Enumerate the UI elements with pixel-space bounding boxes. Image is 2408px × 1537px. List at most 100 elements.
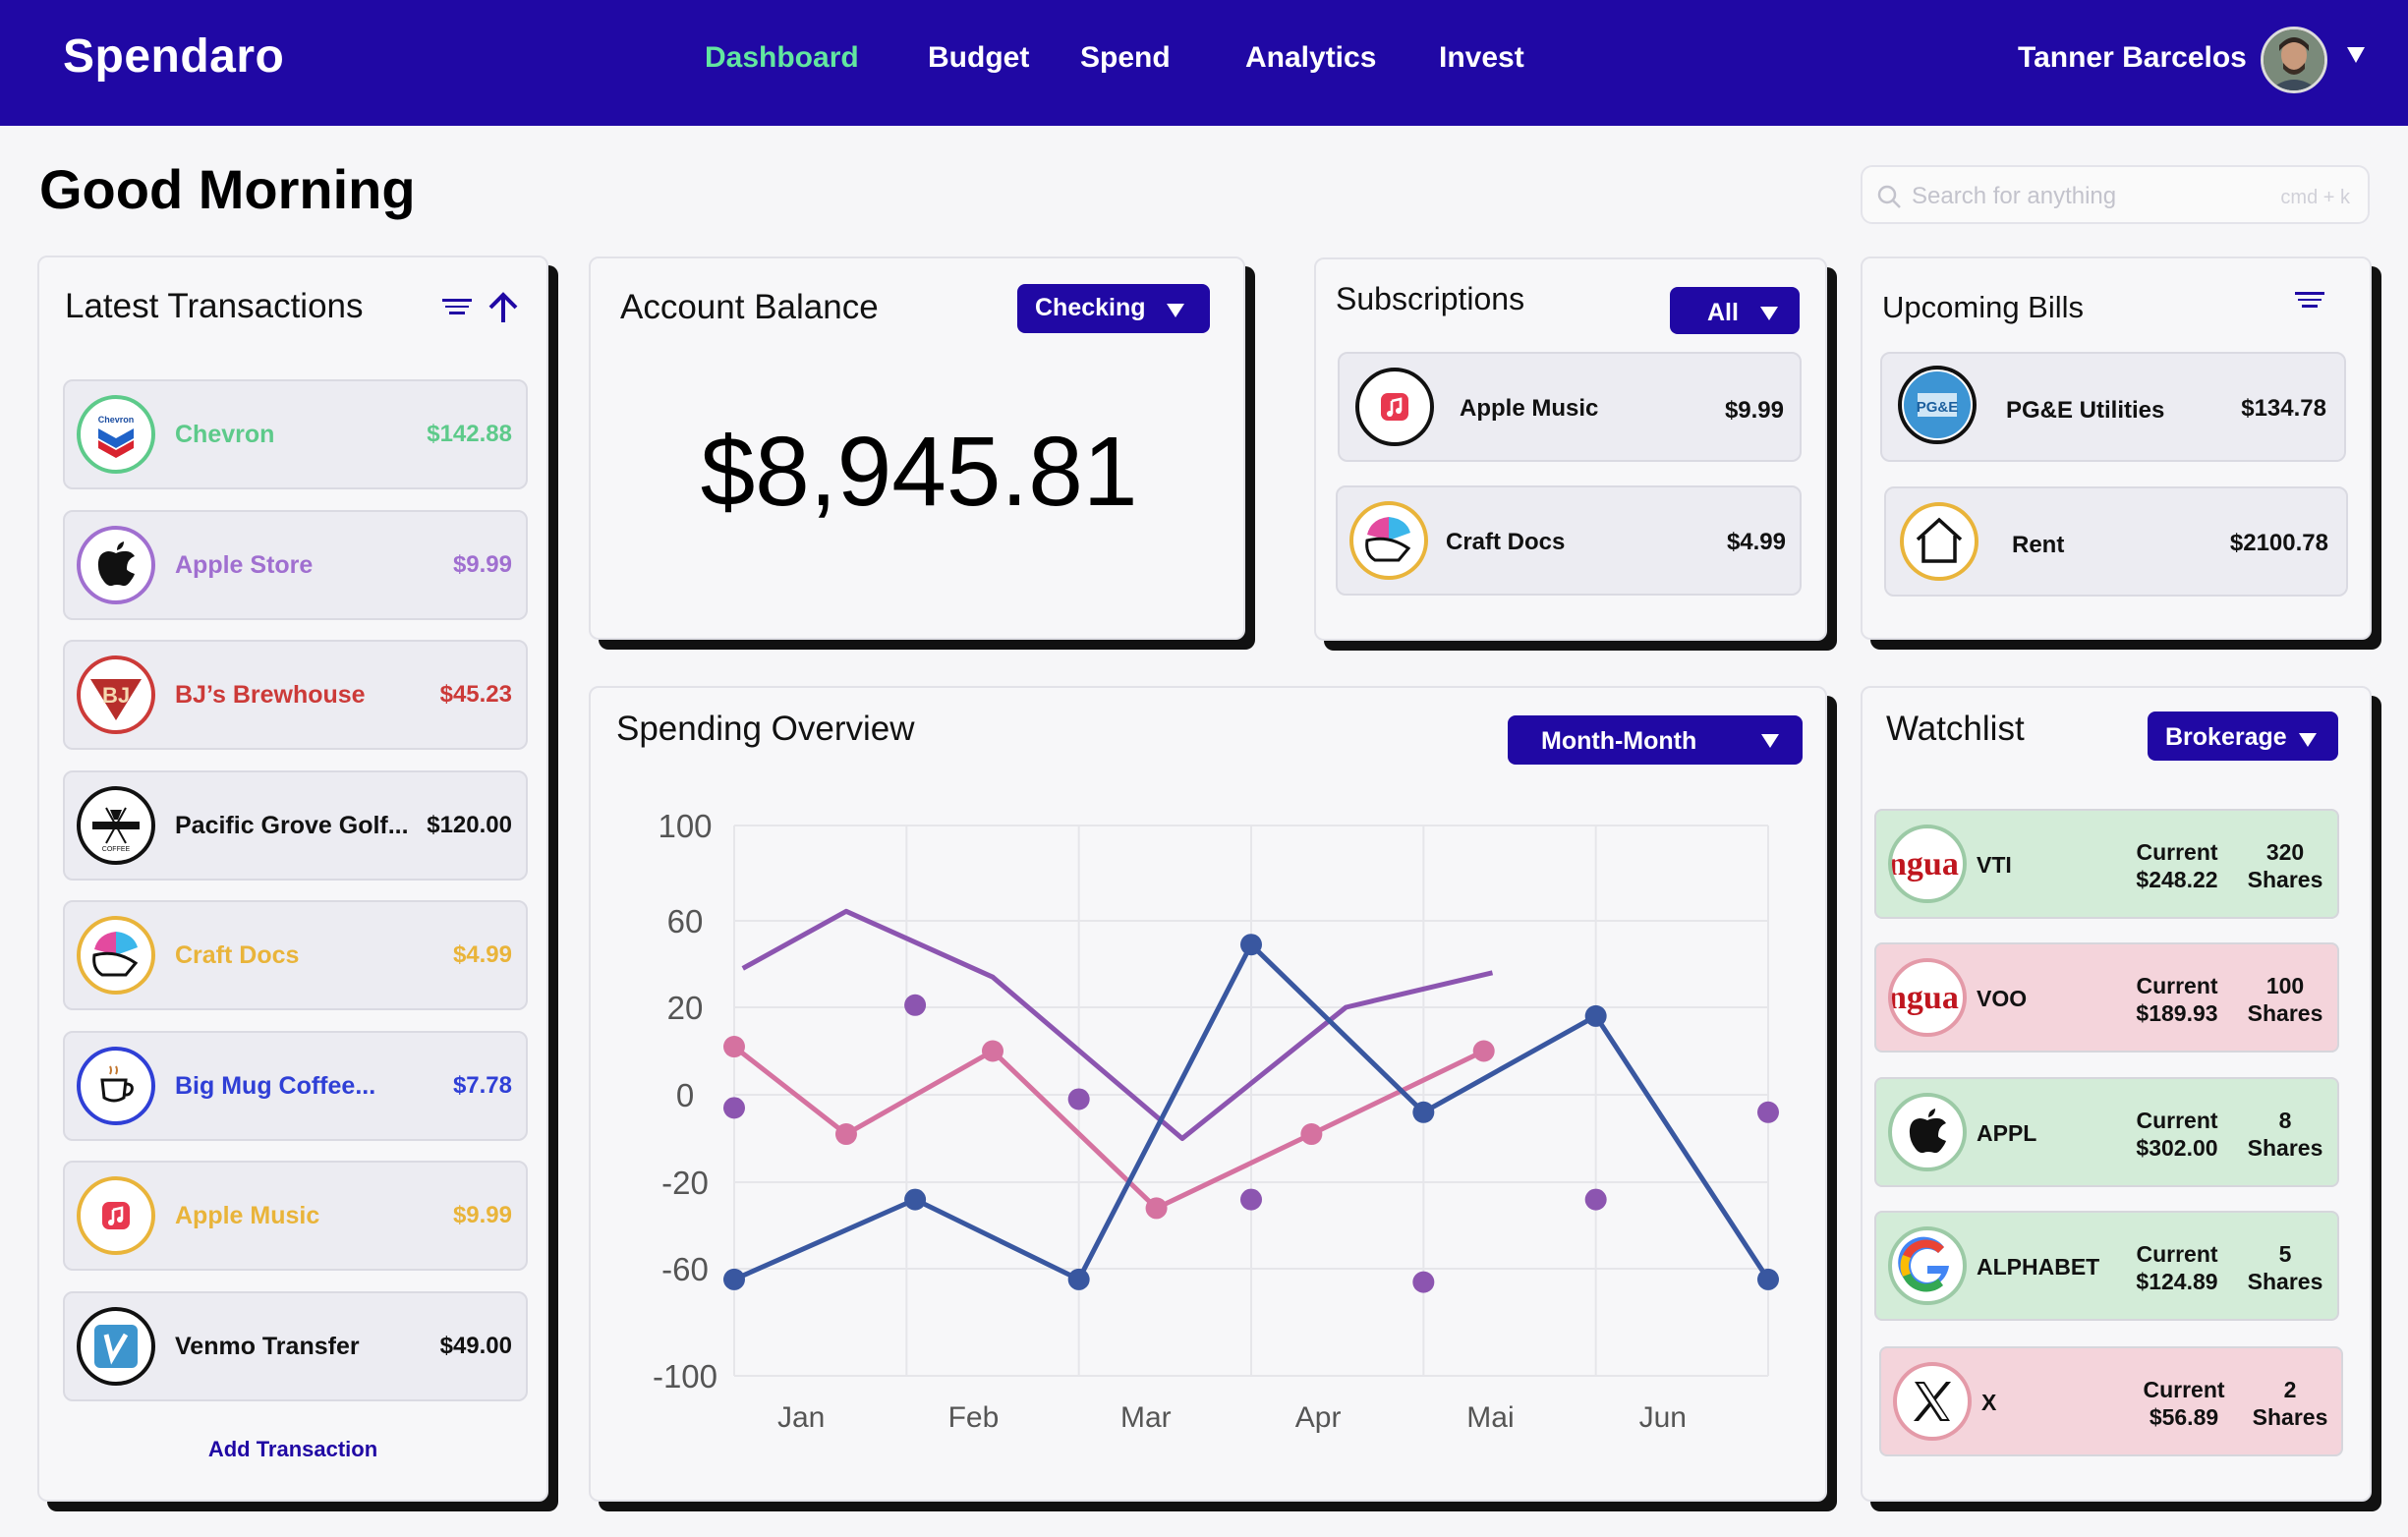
data-point [904, 994, 927, 1016]
x-tick-label: Mar [1120, 1401, 1172, 1434]
transaction-row[interactable]: Venmo Transfer $49.00 [63, 1291, 528, 1401]
subscription-item[interactable]: Craft Docs $4.99 [1336, 485, 1802, 596]
x-tick-label: Jun [1639, 1401, 1687, 1434]
shares-label: Shares [2252, 1404, 2328, 1430]
current-label: Current [2136, 973, 2218, 998]
transaction-amount: $45.23 [439, 681, 512, 708]
bill-item[interactable]: PG&E PG&E Utilities $134.78 [1880, 352, 2346, 462]
user-menu-chevron-down-icon[interactable] [2347, 47, 2365, 63]
subscriptions-card: Subscriptions All Apple Music $9.99 Craf… [1314, 257, 1827, 641]
transaction-row[interactable]: BJ BJ’s Brewhouse $45.23 [63, 640, 528, 750]
transaction-amount: $7.78 [452, 1072, 512, 1099]
search-icon [1877, 185, 1901, 208]
y-tick-label: 0 [676, 1077, 694, 1113]
share-count: 320 [2265, 839, 2305, 865]
ticker-symbol: VTI [1977, 852, 2012, 878]
craft-docs-icon [1349, 501, 1428, 580]
golf-icon: COFFEE [77, 786, 155, 865]
svg-text:Chevron: Chevron [98, 415, 135, 425]
subscriptions-title: Subscriptions [1336, 281, 1525, 316]
data-point [904, 1188, 927, 1211]
data-point [1584, 1188, 1607, 1211]
current-label: Current [2143, 1377, 2225, 1402]
transaction-name: BJ’s Brewhouse [175, 681, 366, 709]
upcoming-bills-card: Upcoming Bills PG&E PG&E Utilities $134.… [1861, 256, 2372, 640]
account-dropdown[interactable]: Checking [1017, 284, 1210, 333]
data-point [1472, 1040, 1495, 1062]
watchlist-row[interactable]: X Current $56.89 2 Shares [1879, 1346, 2343, 1456]
transaction-row[interactable]: Big Mug Coffee... $7.78 [63, 1031, 528, 1141]
subscription-item[interactable]: Apple Music $9.99 [1338, 352, 1802, 462]
coffee-icon [77, 1047, 155, 1125]
google-icon [1888, 1226, 1967, 1305]
transaction-row[interactable]: Apple Store $9.99 [63, 510, 528, 620]
account-balance-card: Account Balance Checking $8,945.81 [589, 256, 1245, 640]
chevron-icon: Chevron [77, 395, 155, 474]
balance-amount: $8,945.81 [700, 417, 1138, 527]
apple-music-icon [77, 1176, 155, 1255]
nav-budget[interactable]: Budget [928, 41, 1029, 75]
brokerage-dropdown-label: Brokerage [2165, 723, 2287, 751]
search-shortcut: cmd + k [2280, 187, 2350, 208]
share-count: 100 [2265, 973, 2305, 998]
subscription-name: Craft Docs [1446, 529, 1566, 555]
balance-title: Account Balance [620, 288, 879, 326]
data-point [1412, 1101, 1435, 1123]
subscriptions-filter-dropdown[interactable]: All [1670, 287, 1800, 334]
filter-icon[interactable] [442, 295, 472, 318]
transaction-row[interactable]: Craft Docs $4.99 [63, 900, 528, 1010]
vanguard-icon: ngua [1888, 825, 1967, 903]
current-price: $56.89 [2149, 1404, 2219, 1430]
current-price-block: Current $56.89 [2127, 1376, 2241, 1431]
search-input[interactable]: Search for anything cmd + k [1861, 165, 2370, 224]
avatar[interactable] [2261, 27, 2327, 93]
filter-icon[interactable] [2295, 288, 2324, 312]
data-point [1412, 1271, 1435, 1293]
chevron-down-icon [1167, 304, 1184, 317]
transaction-amount: $4.99 [452, 941, 512, 968]
transaction-row[interactable]: COFFEE Pacific Grove Golf... $120.00 [63, 770, 528, 881]
ticker-symbol: X [1981, 1390, 1997, 1415]
watchlist-row[interactable]: ngua VOO Current $189.93 100 Shares [1874, 942, 2339, 1053]
watchlist-row[interactable]: APPL Current $302.00 8 Shares [1874, 1077, 2339, 1187]
shares-block: 8 Shares [2240, 1107, 2330, 1162]
transaction-amount: $120.00 [427, 812, 512, 838]
nav-spend[interactable]: Spend [1080, 41, 1171, 75]
shares-label: Shares [2247, 1269, 2323, 1294]
apple-music-icon [1355, 368, 1434, 446]
shares-block: 320 Shares [2240, 838, 2330, 893]
transaction-row[interactable]: Apple Music $9.99 [63, 1161, 528, 1271]
shares-block: 100 Shares [2240, 972, 2330, 1027]
watchlist-row[interactable]: ngua VTI Current $248.22 320 Shares [1874, 809, 2339, 919]
nav-dashboard[interactable]: Dashboard [705, 41, 859, 75]
share-count: 2 [2283, 1377, 2297, 1402]
bills-title: Upcoming Bills [1882, 290, 2085, 324]
nav-analytics[interactable]: Analytics [1245, 41, 1376, 75]
svg-text:COFFEE: COFFEE [102, 846, 131, 853]
spending-overview-card: Spending Overview Month-Month 100 60 20 0 -2… [589, 686, 1827, 1502]
transaction-row[interactable]: Chevron Chevron $142.88 [63, 379, 528, 489]
apple-icon [1888, 1093, 1967, 1171]
add-transaction-link[interactable]: Add Transaction [37, 1437, 548, 1462]
bill-name: Rent [2012, 532, 2065, 558]
x-tick-label: Mai [1466, 1401, 1514, 1434]
vanguard-icon: ngua [1888, 958, 1967, 1037]
brokerage-dropdown[interactable]: Brokerage [2148, 712, 2338, 761]
y-tick-label: 20 [667, 990, 704, 1026]
bill-item[interactable]: Rent $2100.78 [1884, 486, 2348, 597]
nav-invest[interactable]: Invest [1439, 41, 1524, 75]
data-point [723, 1036, 745, 1058]
shares-label: Shares [2247, 1000, 2323, 1026]
sort-arrow-up-icon[interactable] [486, 291, 521, 326]
ticker-symbol: ALPHABET [1977, 1254, 2100, 1280]
user-name[interactable]: Tanner Barcelos [2018, 41, 2247, 75]
brand-logo[interactable]: Spendaro [63, 29, 284, 84]
shares-label: Shares [2247, 1135, 2323, 1161]
subscriptions-filter-label: All [1707, 299, 1739, 326]
shares-label: Shares [2247, 867, 2323, 892]
data-point [1067, 1268, 1090, 1290]
y-tick-label: 100 [658, 808, 712, 844]
watchlist-row[interactable]: ALPHABET Current $124.89 5 Shares [1874, 1211, 2339, 1321]
transaction-name: Chevron [175, 421, 275, 448]
subscription-name: Apple Music [1460, 395, 1599, 422]
